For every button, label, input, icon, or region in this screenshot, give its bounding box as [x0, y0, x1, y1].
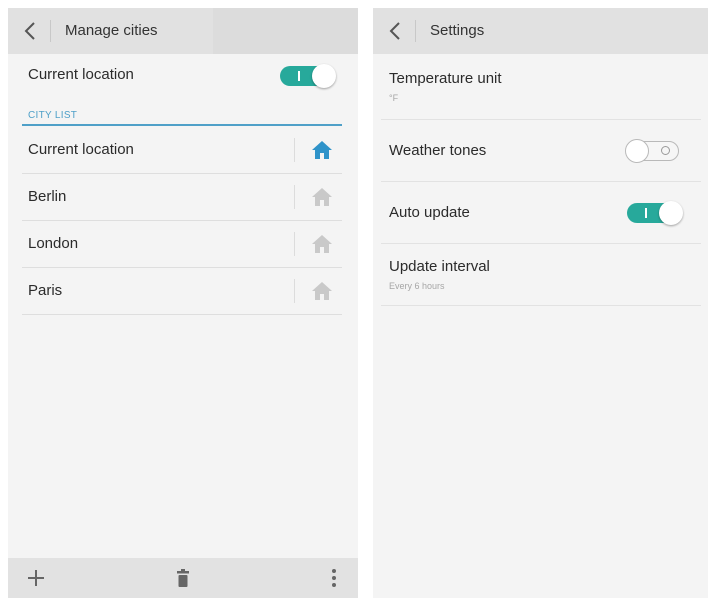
setting-label: Weather tones: [389, 142, 487, 159]
app-bar-shade: [213, 8, 358, 54]
city-row-berlin[interactable]: Berlin: [22, 174, 342, 221]
row-separator: [294, 185, 295, 209]
app-bar: Settings: [373, 8, 708, 54]
toggle-knob: [659, 201, 683, 225]
page-title: Settings: [430, 22, 485, 39]
back-arrow-icon[interactable]: [387, 21, 405, 41]
bottom-toolbar: [8, 558, 358, 598]
toggle-off-mark: [661, 146, 670, 155]
settings-update-interval[interactable]: Update interval Every 6 hours: [381, 244, 701, 306]
page-title: Manage cities: [65, 22, 158, 39]
setting-label: Temperature unit: [389, 70, 502, 87]
home-icon[interactable]: [311, 234, 333, 254]
city-list-header: CITY LIST: [28, 110, 78, 121]
toggle-on-mark: [645, 208, 647, 218]
toggle-knob: [312, 64, 336, 88]
current-location-toggle[interactable]: [280, 64, 338, 88]
weather-tones-toggle[interactable]: [625, 139, 685, 163]
app-bar-separator: [415, 20, 416, 42]
settings-temperature-unit[interactable]: Temperature unit °F: [381, 54, 701, 120]
city-row-paris[interactable]: Paris: [22, 268, 342, 315]
city-row-current-location[interactable]: Current location: [22, 127, 342, 174]
row-separator: [294, 138, 295, 162]
current-location-label: Current location: [28, 66, 134, 83]
trash-icon[interactable]: [171, 566, 195, 590]
toggle-knob: [625, 139, 649, 163]
setting-value: Every 6 hours: [389, 281, 445, 291]
toggle-on-mark: [298, 71, 300, 81]
row-separator: [294, 279, 295, 303]
setting-label: Update interval: [389, 258, 490, 275]
city-name: London: [28, 235, 79, 252]
home-icon[interactable]: [311, 140, 333, 160]
settings-screen: Settings Temperature unit °F Weather ton…: [373, 8, 708, 598]
city-name: Berlin: [28, 188, 67, 205]
add-icon[interactable]: [24, 566, 48, 590]
section-divider: [22, 124, 342, 126]
manage-cities-screen: Manage cities Current location CITY LIST…: [8, 8, 358, 598]
setting-value: °F: [389, 93, 399, 103]
settings-auto-update[interactable]: Auto update: [381, 182, 701, 244]
city-name: Paris: [28, 282, 63, 299]
city-name: Current location: [28, 141, 134, 158]
more-vert-icon[interactable]: [322, 566, 346, 590]
row-separator: [294, 232, 295, 256]
auto-update-toggle[interactable]: [627, 201, 685, 225]
app-bar: Manage cities: [8, 8, 358, 54]
back-arrow-icon[interactable]: [22, 21, 40, 41]
app-bar-separator: [50, 20, 51, 42]
home-icon[interactable]: [311, 187, 333, 207]
city-row-london[interactable]: London: [22, 221, 342, 268]
setting-label: Auto update: [389, 204, 470, 221]
settings-weather-tones[interactable]: Weather tones: [381, 120, 701, 182]
home-icon[interactable]: [311, 281, 333, 301]
